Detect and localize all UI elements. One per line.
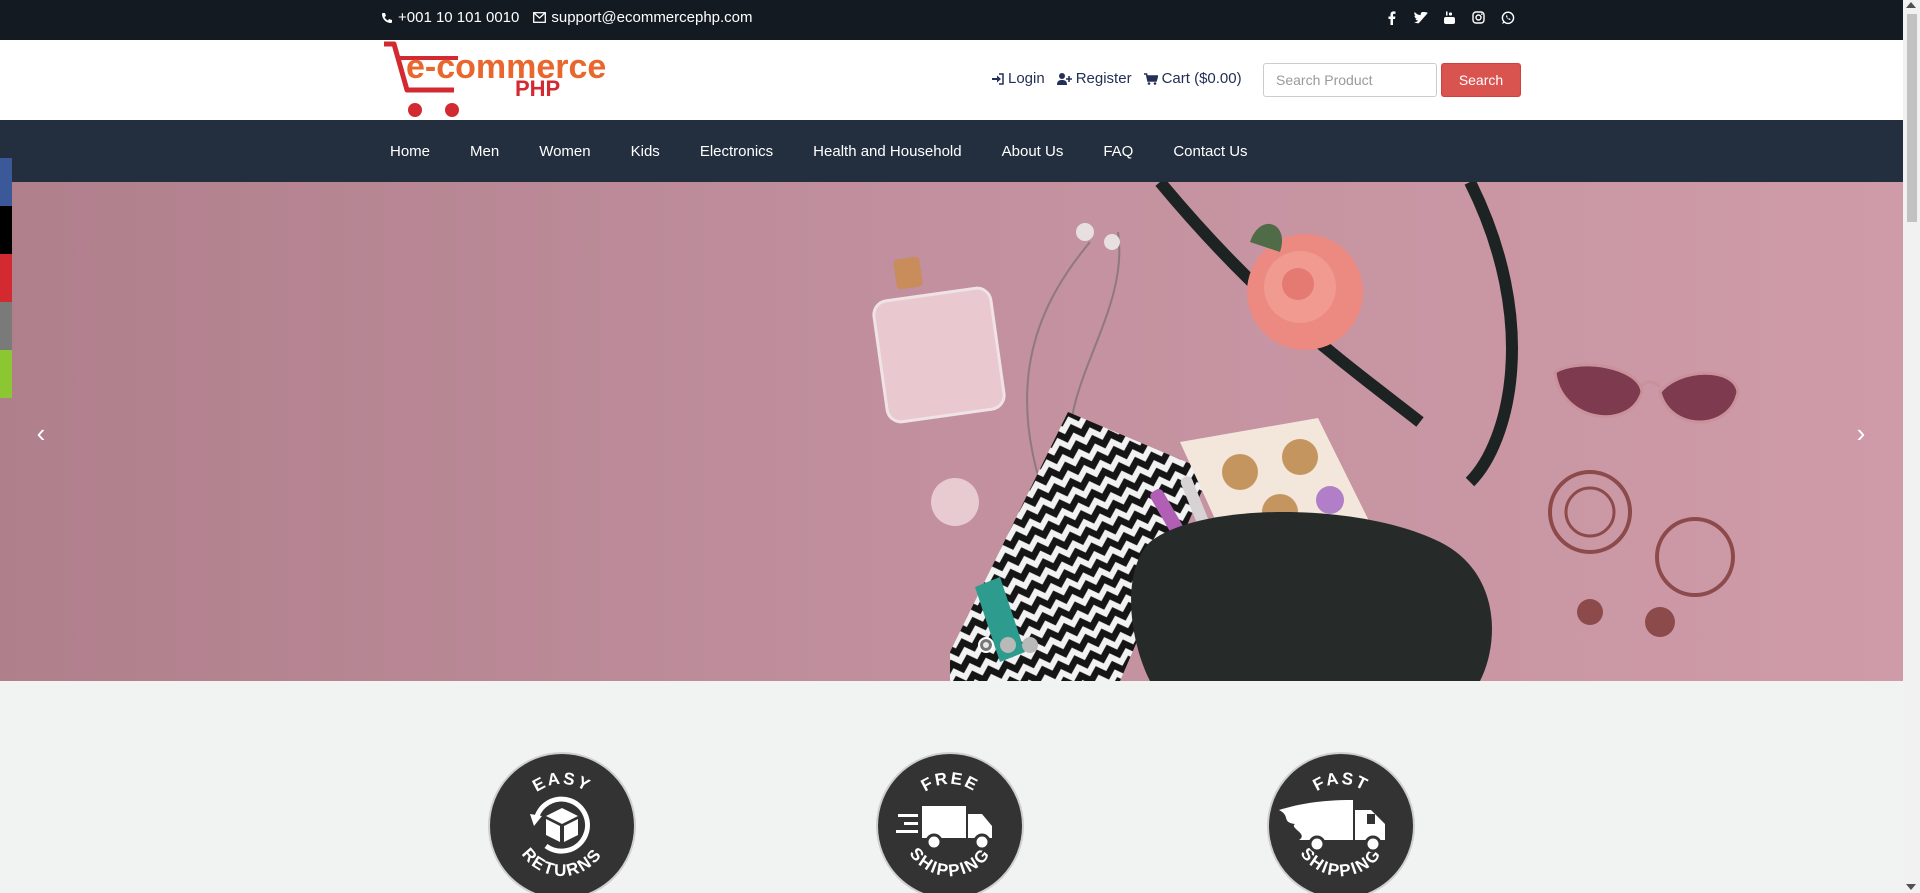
scroll-down-arrow[interactable] <box>1906 884 1916 890</box>
phone-number: +001 10 101 0010 <box>398 9 520 26</box>
scroll-up-arrow[interactable] <box>1906 2 1916 8</box>
slider-next-arrow[interactable]: › <box>1850 420 1872 446</box>
nav-item-electronics[interactable]: Electronics <box>680 143 793 160</box>
slider-dot-1[interactable] <box>978 637 994 653</box>
search-input[interactable] <box>1263 63 1437 97</box>
youtube-icon[interactable] <box>1442 10 1457 25</box>
slider-dot-2[interactable] <box>1000 637 1016 653</box>
return-box-icon <box>530 796 590 854</box>
cart-label: Cart ($0.00) <box>1161 70 1242 87</box>
facebook-icon[interactable] <box>1384 10 1399 25</box>
easy-returns-top-text: EASY <box>529 769 592 796</box>
slider-prev-arrow[interactable]: ‹ <box>30 420 52 446</box>
whatsapp-icon[interactable] <box>1500 10 1515 25</box>
logo-text-main: e-commerce <box>406 48 606 86</box>
instagram-icon[interactable] <box>1471 10 1486 25</box>
share-twitter-button[interactable] <box>0 206 12 254</box>
nav-item-about-us[interactable]: About Us <box>982 143 1084 160</box>
svg-text:EASY: EASY <box>529 769 594 796</box>
share-facebook-button[interactable] <box>0 158 12 206</box>
nav-item-health-household[interactable]: Health and Household <box>793 143 981 160</box>
phone-icon <box>382 12 392 23</box>
slider-indicators <box>978 637 1038 653</box>
site-header: e-commerce PHP Login Register Cart ($0.0… <box>0 40 1903 120</box>
nav-item-kids[interactable]: Kids <box>611 143 680 160</box>
nav-item-faq[interactable]: FAQ <box>1083 143 1153 160</box>
email-contact[interactable]: support@ecommercephp.com <box>533 9 753 26</box>
site-logo[interactable]: e-commerce PHP <box>384 40 644 120</box>
hero-slider: ‹ › <box>0 182 1903 681</box>
phone-contact[interactable]: +001 10 101 0010 <box>381 9 519 26</box>
login-label: Login <box>1008 70 1045 87</box>
share-email-button[interactable] <box>0 302 12 350</box>
nav-item-women[interactable]: Women <box>519 143 610 160</box>
cart-icon <box>1143 72 1158 85</box>
nav-item-men[interactable]: Men <box>450 143 519 160</box>
logo-text-sub: PHP <box>515 76 560 101</box>
cart-link[interactable]: Cart ($0.00) <box>1143 70 1242 87</box>
free-shipping-top-text: FREE <box>918 769 980 796</box>
login-link[interactable]: Login <box>992 70 1045 87</box>
register-label: Register <box>1075 70 1132 87</box>
email-address: support@ecommercephp.com <box>551 9 753 26</box>
slider-dot-3[interactable] <box>1022 637 1038 653</box>
slide-image <box>0 182 1903 681</box>
nav-item-home[interactable]: Home <box>370 143 450 160</box>
fast-shipping-badge: FAST SHIPPING <box>1267 752 1415 893</box>
contact-info: +001 10 101 0010 support@ecommercephp.co… <box>381 9 753 26</box>
nav-menu: Home Men Women Kids Electronics Health a… <box>370 120 1268 182</box>
easy-returns-badge: EASY RETURNS <box>488 752 636 893</box>
share-pinterest-button[interactable] <box>0 254 12 302</box>
twitter-icon[interactable] <box>1413 10 1428 25</box>
svg-text:FAST: FAST <box>1310 769 1372 795</box>
search-button[interactable]: Search <box>1441 63 1521 97</box>
envelope-icon <box>533 12 547 23</box>
social-links <box>1384 10 1515 25</box>
share-more-button[interactable] <box>0 350 12 398</box>
svg-text:FREE: FREE <box>918 769 982 796</box>
main-nav: Home Men Women Kids Electronics Health a… <box>0 120 1903 182</box>
top-bar: +001 10 101 0010 support@ecommercephp.co… <box>0 0 1903 40</box>
fast-shipping-top-text: FAST <box>1310 769 1370 795</box>
speed-truck-icon <box>1279 800 1385 853</box>
nav-item-contact-us[interactable]: Contact Us <box>1153 143 1267 160</box>
delivery-truck-icon <box>896 806 992 851</box>
register-link[interactable]: Register <box>1056 70 1132 87</box>
sign-in-icon <box>992 72 1004 85</box>
free-shipping-badge: FREE SHIPPING <box>876 752 1024 893</box>
scrollbar-thumb[interactable] <box>1907 14 1917 222</box>
user-plus-icon <box>1056 72 1072 85</box>
account-links: Login Register Cart ($0.00) <box>992 70 1242 87</box>
